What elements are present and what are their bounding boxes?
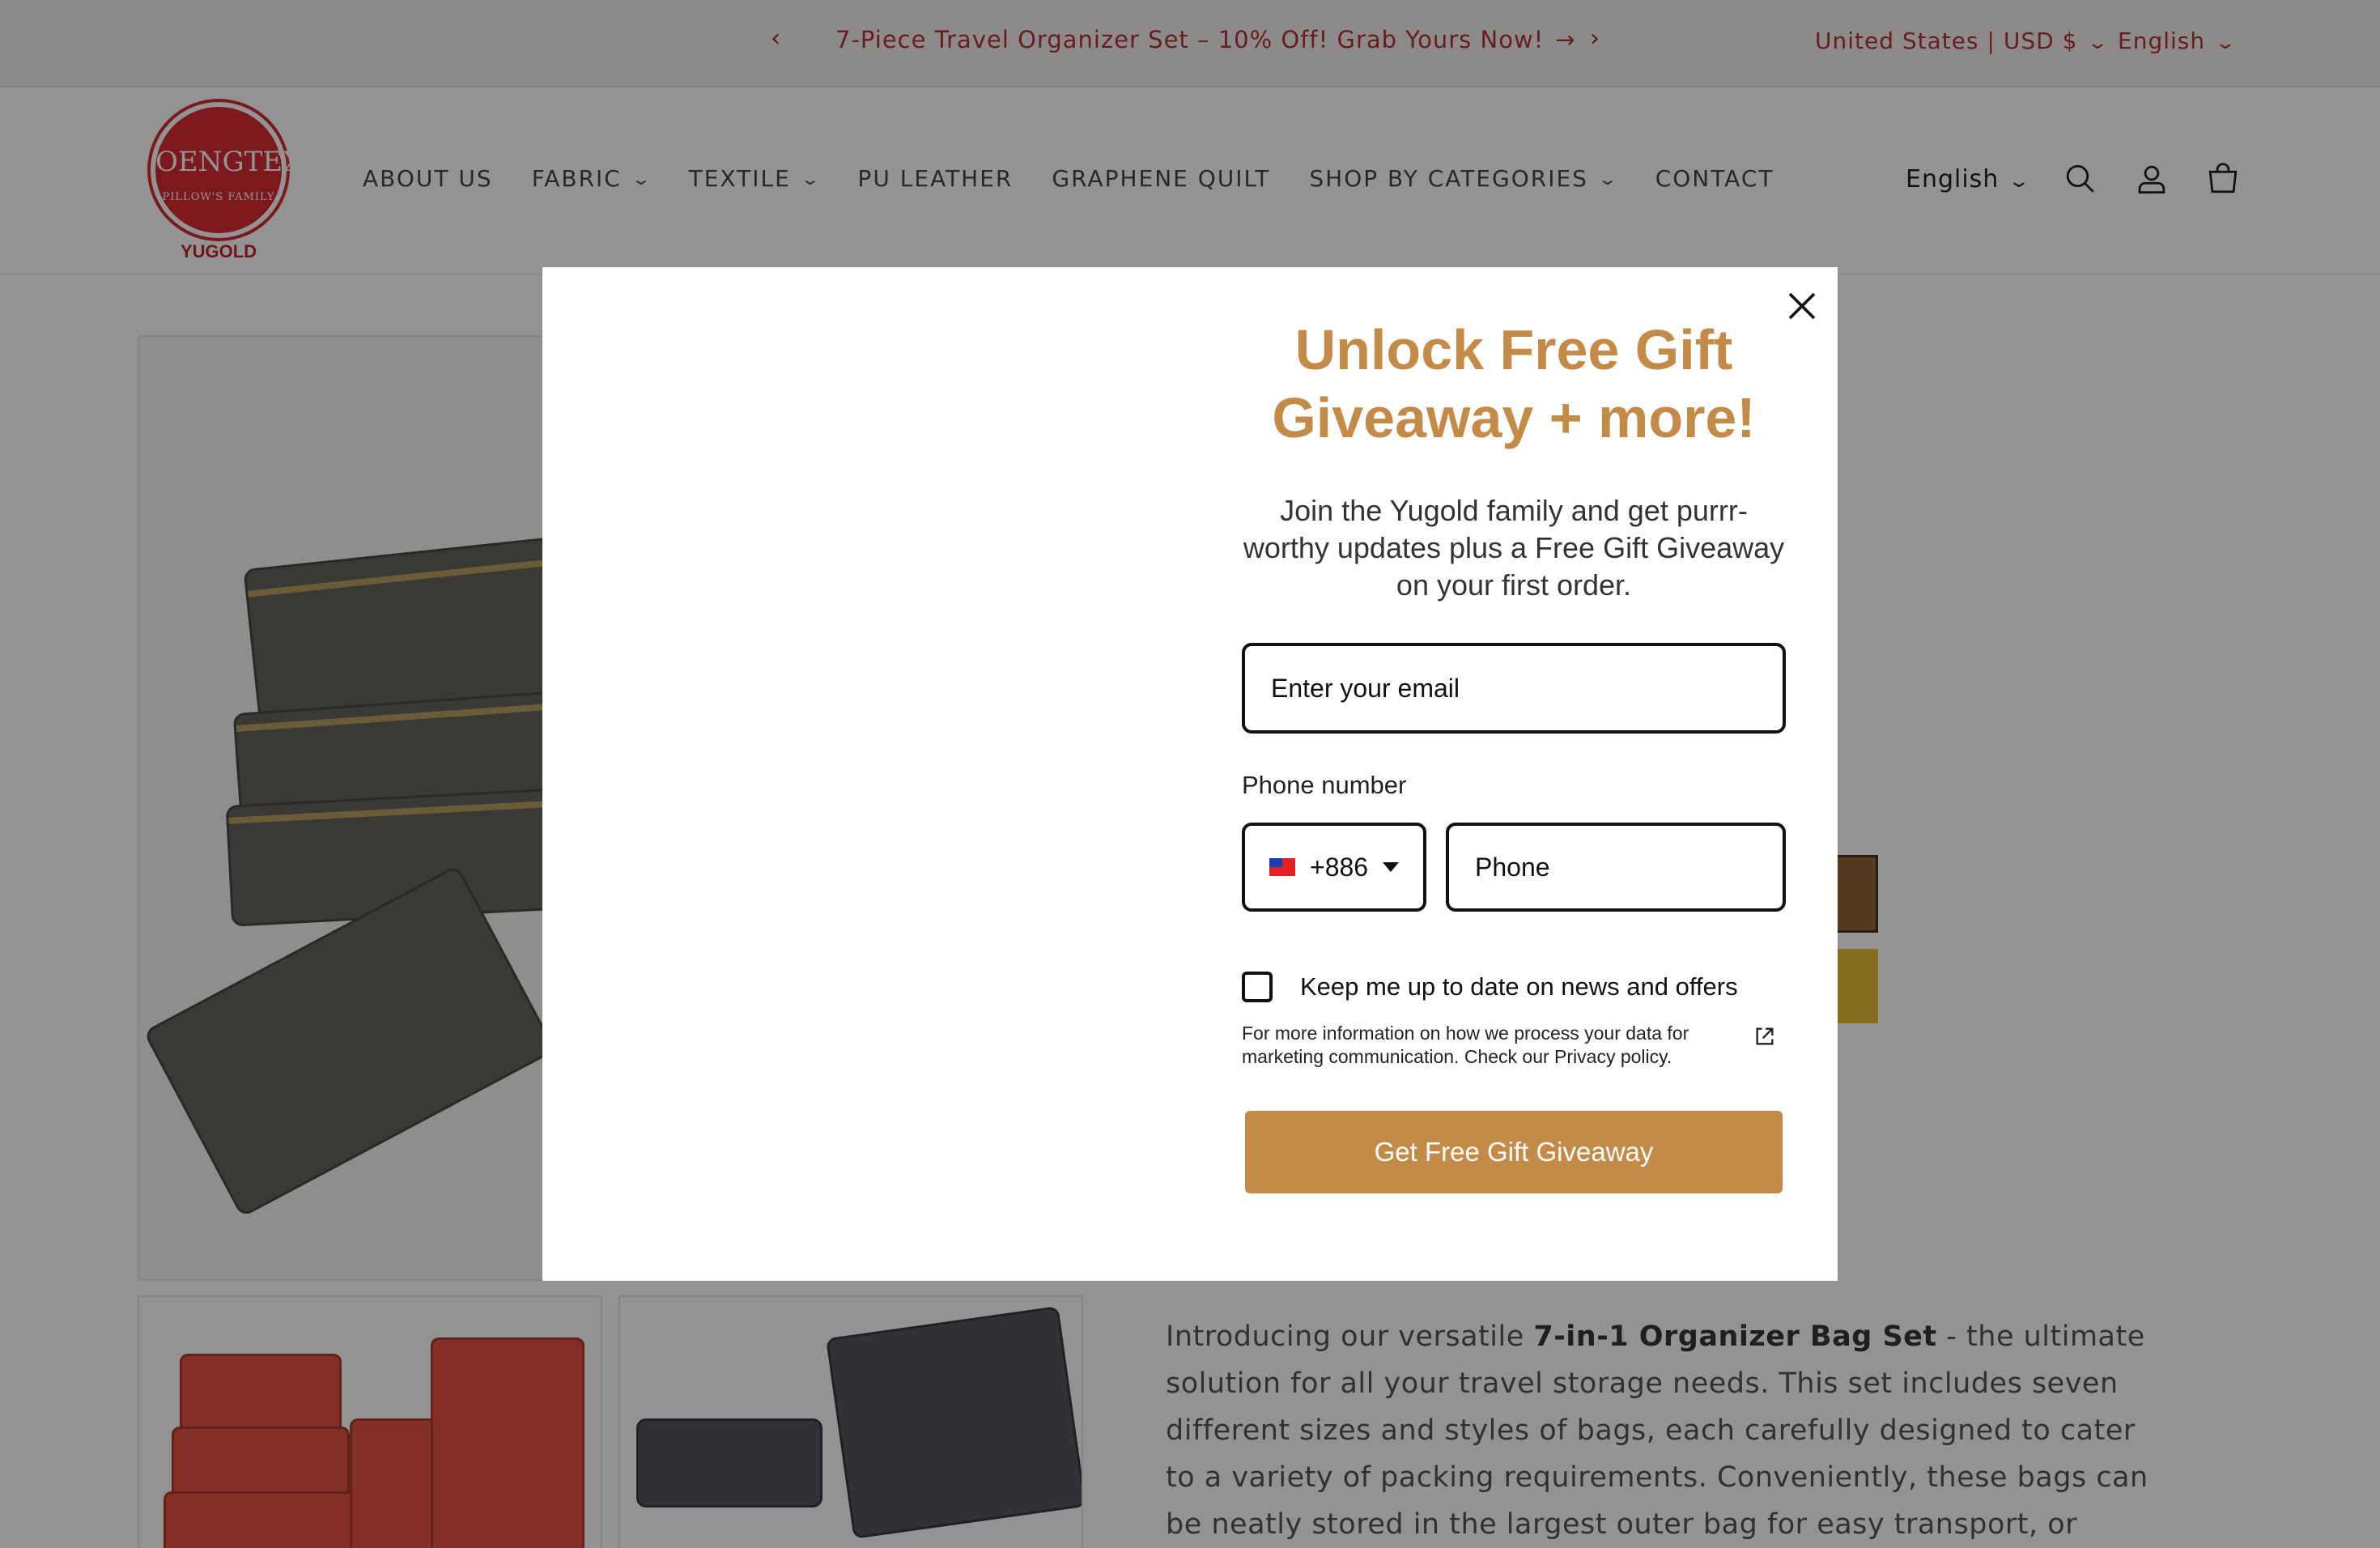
taiwan-flag-icon [1269, 858, 1295, 876]
popup-title: Unlock Free Gift Giveaway + more! [1272, 318, 1756, 449]
consent-row[interactable]: Keep me up to date on news and offers [1242, 972, 1738, 1002]
country-code-value: +886 [1310, 852, 1369, 882]
consent-label: Keep me up to date on news and offers [1300, 972, 1738, 1001]
email-field[interactable]: Enter your email [1242, 643, 1786, 734]
country-code-select[interactable]: +886 [1242, 823, 1426, 912]
phone-field[interactable]: Phone [1446, 823, 1786, 912]
consent-checkbox[interactable] [1242, 972, 1273, 1002]
close-icon[interactable] [1779, 283, 1825, 329]
privacy-notice: For more information on how we process y… [1242, 1023, 1689, 1067]
signup-popup: Unlock Free Gift Giveaway + more! Join t… [542, 267, 1838, 1281]
external-link-icon[interactable] [1753, 1025, 1776, 1048]
phone-placeholder: Phone [1475, 852, 1550, 882]
email-placeholder: Enter your email [1271, 673, 1460, 703]
get-free-gift-button[interactable]: Get Free Gift Giveaway [1245, 1111, 1783, 1193]
caret-down-icon [1383, 862, 1400, 872]
phone-label: Phone number [1242, 771, 1407, 799]
popup-body: Join the Yugold family and get purrr-wor… [1243, 494, 1785, 602]
cta-label: Get Free Gift Giveaway [1374, 1137, 1654, 1167]
